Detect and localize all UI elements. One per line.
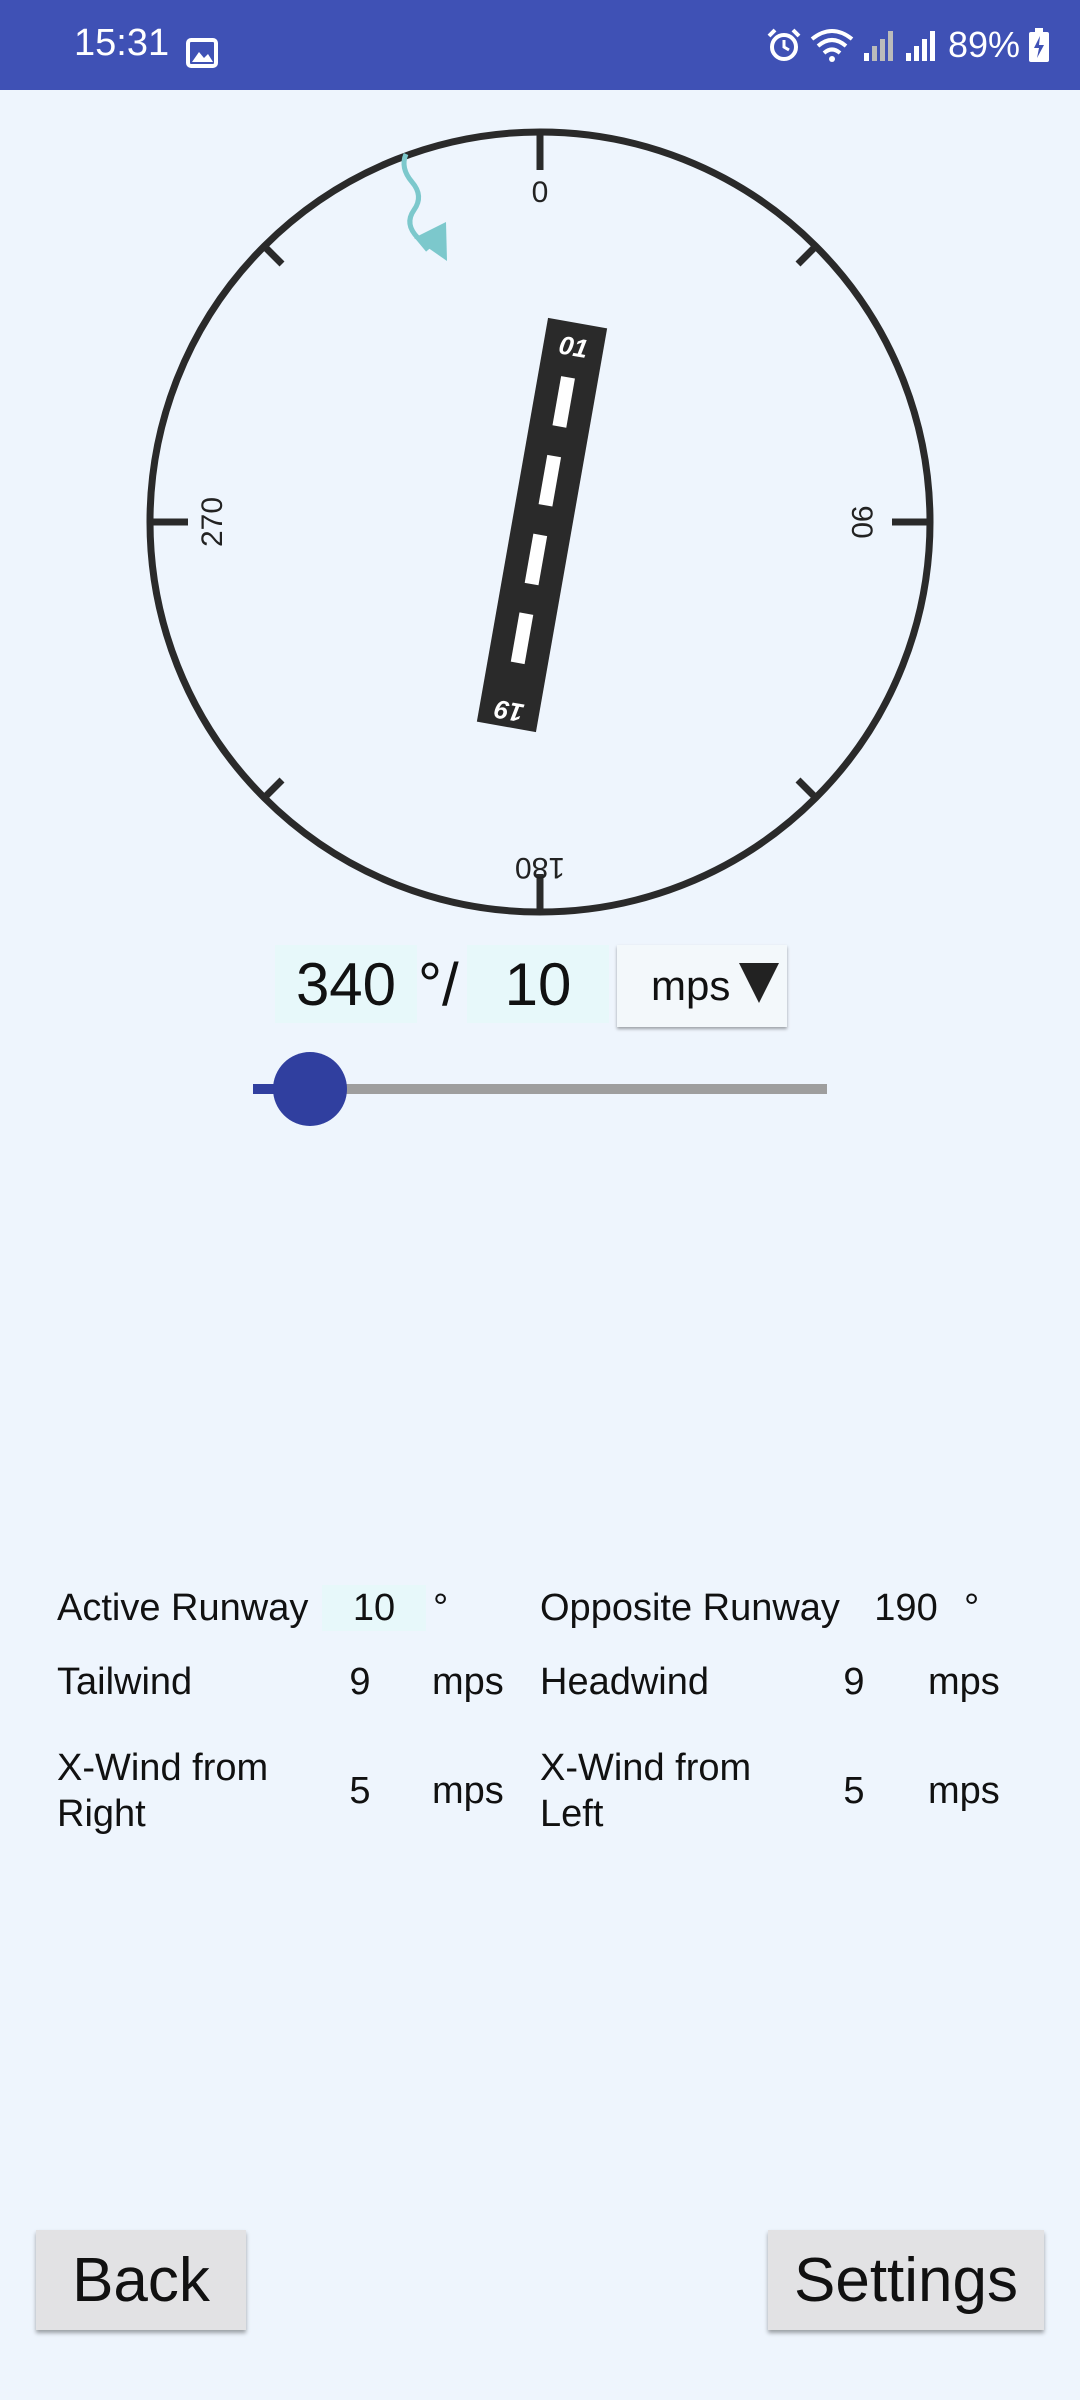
compass-dial[interactable]: 0 180 270 90 01 19 bbox=[0, 90, 1080, 940]
speed-unit-value: mps bbox=[651, 962, 731, 1009]
battery-percent: 89% bbox=[947, 24, 1020, 65]
status-icons: 89% bbox=[758, 22, 1050, 68]
runway-end-19: 19 bbox=[492, 694, 526, 729]
xwind-left-label-line1: X-Wind from bbox=[540, 1747, 752, 1789]
xwind-left-value: 5 bbox=[843, 1770, 865, 1812]
wifi-icon bbox=[810, 29, 854, 62]
status-time: 15:31 bbox=[74, 22, 170, 64]
xwind-left-label-line2: Left bbox=[540, 1793, 604, 1835]
slider-thumb[interactable] bbox=[273, 1052, 348, 1126]
xwind-left-label: X-Wind from Left bbox=[540, 1745, 751, 1837]
wind-direction-input[interactable]: 340 bbox=[275, 945, 417, 1023]
compass-tick bbox=[795, 243, 819, 267]
xwind-right-label-line2: Right bbox=[57, 1793, 146, 1835]
xwind-right-unit: mps bbox=[432, 1770, 504, 1812]
xwind-right-value: 5 bbox=[349, 1770, 371, 1812]
headwind-label: Headwind bbox=[540, 1661, 709, 1703]
runway-end-01: 01 bbox=[557, 329, 591, 364]
wind-speed-input[interactable]: 10 bbox=[467, 945, 609, 1023]
wind-arrow-icon bbox=[401, 153, 447, 261]
active-runway-input[interactable]: 10 bbox=[322, 1585, 426, 1631]
compass-tick bbox=[261, 243, 285, 267]
compass-label-north: 0 bbox=[532, 176, 549, 209]
back-button[interactable]: Back bbox=[36, 2230, 246, 2330]
active-runway-label: Active Runway bbox=[57, 1587, 309, 1629]
signal-icon bbox=[905, 31, 935, 61]
active-runway-unit: ° bbox=[433, 1587, 449, 1629]
headwind-value: 9 bbox=[843, 1661, 865, 1703]
status-bar: 15:31 89% bbox=[0, 0, 1080, 90]
speed-unit-select[interactable]: mps bbox=[617, 945, 787, 1027]
photo-icon bbox=[186, 38, 218, 68]
xwind-right-label: X-Wind from Right bbox=[57, 1745, 268, 1837]
battery-charging-icon bbox=[1029, 28, 1049, 62]
compass-label-east: 90 bbox=[845, 505, 878, 538]
degree-separator: °/ bbox=[418, 950, 459, 1018]
signal-icon bbox=[863, 31, 893, 61]
opposite-runway-unit: ° bbox=[964, 1587, 980, 1629]
tailwind-value: 9 bbox=[349, 1661, 371, 1703]
wind-speed-slider[interactable] bbox=[253, 1052, 827, 1126]
wind-compass[interactable]: 0 180 270 90 01 19 bbox=[0, 90, 1080, 940]
runway: 01 19 bbox=[476, 317, 608, 733]
alarm-icon bbox=[767, 28, 801, 61]
headwind-unit: mps bbox=[928, 1661, 1000, 1703]
compass-tick bbox=[795, 777, 819, 801]
compass-label-west: 270 bbox=[196, 497, 229, 547]
compass-tick bbox=[261, 777, 285, 801]
dropdown-arrow-icon bbox=[739, 963, 779, 1003]
opposite-runway-label: Opposite Runway bbox=[540, 1587, 840, 1629]
tailwind-label: Tailwind bbox=[57, 1661, 193, 1703]
opposite-runway-value: 190 bbox=[874, 1587, 938, 1629]
xwind-left-unit: mps bbox=[928, 1770, 1000, 1812]
wind-input-row: 340 °/ 10 mps bbox=[0, 940, 1080, 1030]
settings-button[interactable]: Settings bbox=[768, 2230, 1044, 2330]
xwind-right-label-line1: X-Wind from bbox=[57, 1747, 269, 1789]
tailwind-unit: mps bbox=[432, 1661, 504, 1703]
compass-label-south: 180 bbox=[515, 851, 565, 884]
